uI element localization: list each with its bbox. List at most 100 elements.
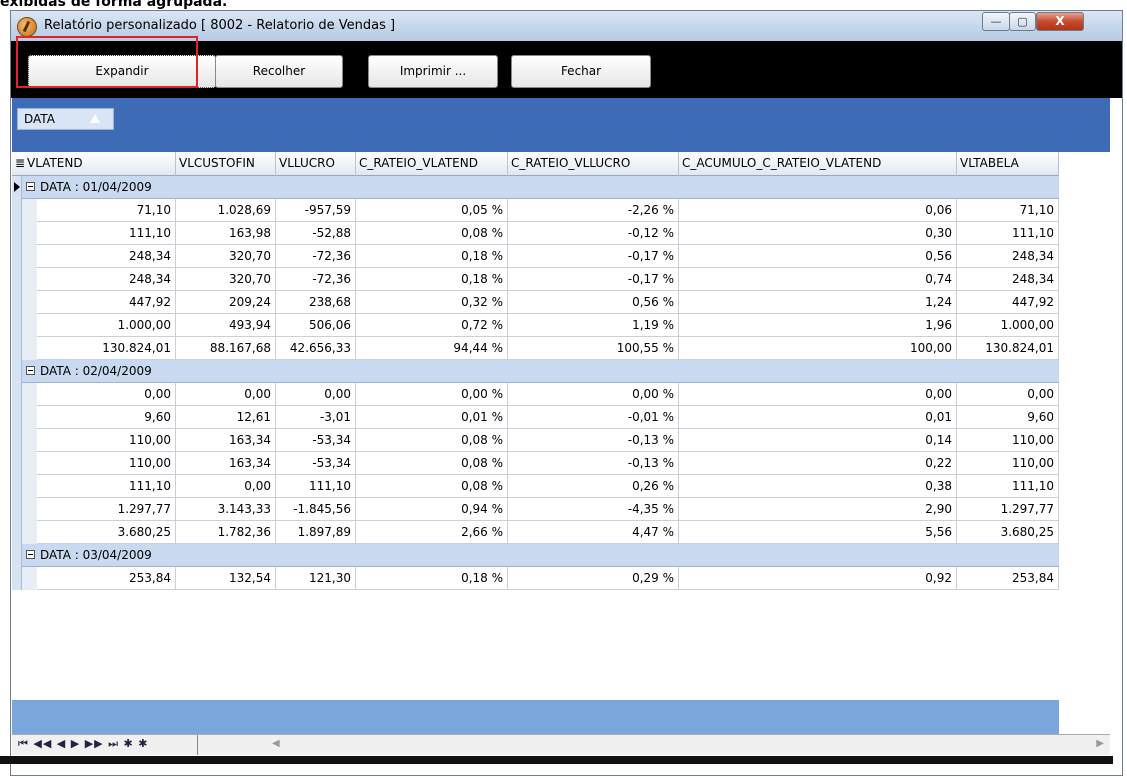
- table-row[interactable]: 3.680,25 1.782,36 1.897,89 2,66 % 4,47 % 5,56…: [12, 521, 1059, 544]
- fechar-button[interactable]: Fechar: [511, 55, 651, 88]
- col-vltabela-header[interactable]: VLTABELA: [957, 152, 1059, 176]
- table-row[interactable]: 248,34 320,70 -72,36 0,18 % -0,17 % 0,56 248,3…: [12, 245, 1059, 268]
- table-cell[interactable]: 0,05 %: [356, 199, 508, 222]
- table-cell[interactable]: -957,59: [276, 199, 356, 222]
- table-cell[interactable]: 0,00: [176, 383, 276, 406]
- table-cell[interactable]: 320,70: [176, 268, 276, 291]
- table-cell[interactable]: 0,18 %: [356, 567, 508, 590]
- table-cell[interactable]: 1.000,00: [957, 314, 1059, 337]
- scroll-right-icon[interactable]: ▶: [1096, 738, 1104, 749]
- table-row[interactable]: 110,00 163,34 -53,34 0,08 % -0,13 % 0,22 110,0…: [12, 452, 1059, 475]
- table-cell[interactable]: 94,44 %: [356, 337, 508, 360]
- maximize-button[interactable]: ▢: [1009, 12, 1036, 31]
- table-cell[interactable]: 253,84: [957, 567, 1059, 590]
- table-cell[interactable]: 0,30: [679, 222, 957, 245]
- table-row[interactable]: 0,00 0,00 0,00 0,00 % 0,00 % 0,00 0,00: [12, 383, 1059, 406]
- col-vlatend-header[interactable]: VLATEND: [24, 152, 176, 176]
- table-cell[interactable]: 111,10: [37, 475, 176, 498]
- table-cell[interactable]: 1.028,69: [176, 199, 276, 222]
- table-cell[interactable]: 1.897,89: [276, 521, 356, 544]
- close-button[interactable]: X: [1036, 12, 1084, 31]
- table-cell[interactable]: 4,47 %: [508, 521, 679, 544]
- table-cell[interactable]: 1.782,36: [176, 521, 276, 544]
- table-cell[interactable]: 0,74: [679, 268, 957, 291]
- table-cell[interactable]: 2,66 %: [356, 521, 508, 544]
- table-cell[interactable]: 0,08 %: [356, 222, 508, 245]
- table-cell[interactable]: 506,06: [276, 314, 356, 337]
- table-cell[interactable]: 111,10: [276, 475, 356, 498]
- table-cell[interactable]: 0,56: [679, 245, 957, 268]
- table-cell[interactable]: 253,84: [37, 567, 176, 590]
- table-cell[interactable]: 0,94 %: [356, 498, 508, 521]
- col-rateio-vllucro-header[interactable]: C_RATEIO_VLLUCRO: [508, 152, 679, 176]
- table-cell[interactable]: 0,26 %: [508, 475, 679, 498]
- col-vllucro-header[interactable]: VLLUCRO: [276, 152, 356, 176]
- table-row[interactable]: 71,10 1.028,69 -957,59 0,05 % -2,26 % 0,06 71,…: [12, 199, 1059, 222]
- table-cell[interactable]: 0,08 %: [356, 429, 508, 452]
- table-cell[interactable]: 0,08 %: [356, 452, 508, 475]
- table-cell[interactable]: -1.845,56: [276, 498, 356, 521]
- table-cell[interactable]: 493,94: [176, 314, 276, 337]
- table-cell[interactable]: 248,34: [957, 268, 1059, 291]
- table-cell[interactable]: 130.824,01: [37, 337, 176, 360]
- table-cell[interactable]: 121,30: [276, 567, 356, 590]
- table-cell[interactable]: 71,10: [957, 199, 1059, 222]
- table-cell[interactable]: 238,68: [276, 291, 356, 314]
- table-cell[interactable]: 2,90: [679, 498, 957, 521]
- table-cell[interactable]: -72,36: [276, 245, 356, 268]
- table-cell[interactable]: -3,01: [276, 406, 356, 429]
- table-cell[interactable]: 3.680,25: [957, 521, 1059, 544]
- table-cell[interactable]: 3.680,25: [37, 521, 176, 544]
- table-cell[interactable]: 110,00: [37, 429, 176, 452]
- table-cell[interactable]: 0,00: [957, 383, 1059, 406]
- table-cell[interactable]: 0,32 %: [356, 291, 508, 314]
- table-row[interactable]: 111,10 163,98 -52,88 0,08 % -0,12 % 0,30 111,1…: [12, 222, 1059, 245]
- table-cell[interactable]: 0,06: [679, 199, 957, 222]
- expandir-button[interactable]: Expandir: [28, 55, 216, 88]
- table-cell[interactable]: 163,98: [176, 222, 276, 245]
- table-cell[interactable]: 1,19 %: [508, 314, 679, 337]
- table-cell[interactable]: 100,00: [679, 337, 957, 360]
- table-cell[interactable]: -0,13 %: [508, 452, 679, 475]
- table-cell[interactable]: -0,17 %: [508, 268, 679, 291]
- col-vlcustofin-header[interactable]: VLCUSTOFIN: [176, 152, 276, 176]
- table-cell[interactable]: 0,72 %: [356, 314, 508, 337]
- table-row[interactable]: 253,84 132,54 121,30 0,18 % 0,29 % 0,92 253,84: [12, 567, 1059, 590]
- table-cell[interactable]: 110,00: [957, 429, 1059, 452]
- table-cell[interactable]: -4,35 %: [508, 498, 679, 521]
- table-cell[interactable]: 3.143,33: [176, 498, 276, 521]
- table-cell[interactable]: 0,00: [679, 383, 957, 406]
- table-cell[interactable]: 1.297,77: [957, 498, 1059, 521]
- table-cell[interactable]: 0,38: [679, 475, 957, 498]
- table-row[interactable]: 9,60 12,61 -3,01 0,01 % -0,01 % 0,01 9,60: [12, 406, 1059, 429]
- table-cell[interactable]: 0,92: [679, 567, 957, 590]
- group-header[interactable]: DATA : 03/04/2009: [22, 544, 1059, 567]
- table-row[interactable]: 248,34 320,70 -72,36 0,18 % -0,17 % 0,74 248,3…: [12, 268, 1059, 291]
- table-cell[interactable]: 1,96: [679, 314, 957, 337]
- group-row[interactable]: DATA : 02/04/2009: [12, 360, 1059, 383]
- table-cell[interactable]: -0,17 %: [508, 245, 679, 268]
- table-cell[interactable]: 0,00 %: [508, 383, 679, 406]
- table-cell[interactable]: 248,34: [37, 268, 176, 291]
- table-cell[interactable]: 0,22: [679, 452, 957, 475]
- table-cell[interactable]: 0,01: [679, 406, 957, 429]
- table-cell[interactable]: -53,34: [276, 429, 356, 452]
- table-row[interactable]: 447,92 209,24 238,68 0,32 % 0,56 % 1,24 447,92: [12, 291, 1059, 314]
- table-cell[interactable]: 447,92: [957, 291, 1059, 314]
- group-header[interactable]: DATA : 02/04/2009: [22, 360, 1059, 383]
- title-bar[interactable]: Relatório personalizado [ 8002 - Relator…: [11, 11, 1122, 41]
- table-cell[interactable]: 0,29 %: [508, 567, 679, 590]
- table-row[interactable]: 110,00 163,34 -53,34 0,08 % -0,13 % 0,14 110,0…: [12, 429, 1059, 452]
- table-cell[interactable]: 5,56: [679, 521, 957, 544]
- group-chip-data[interactable]: DATA: [17, 108, 114, 130]
- table-cell[interactable]: 248,34: [37, 245, 176, 268]
- table-row[interactable]: 130.824,01 88.167,68 42.656,33 94,44 % 100,5…: [12, 337, 1059, 360]
- table-row[interactable]: 1.000,00 493,94 506,06 0,72 % 1,19 % 1,96 1.00…: [12, 314, 1059, 337]
- collapse-icon[interactable]: [26, 182, 35, 191]
- table-cell[interactable]: 12,61: [176, 406, 276, 429]
- table-row[interactable]: 1.297,77 3.143,33 -1.845,56 0,94 % -4,35 % 2,…: [12, 498, 1059, 521]
- table-cell[interactable]: 0,18 %: [356, 268, 508, 291]
- col-rateio-vlatend-header[interactable]: C_RATEIO_VLATEND: [356, 152, 508, 176]
- collapse-icon[interactable]: [26, 550, 35, 559]
- table-cell[interactable]: 130.824,01: [957, 337, 1059, 360]
